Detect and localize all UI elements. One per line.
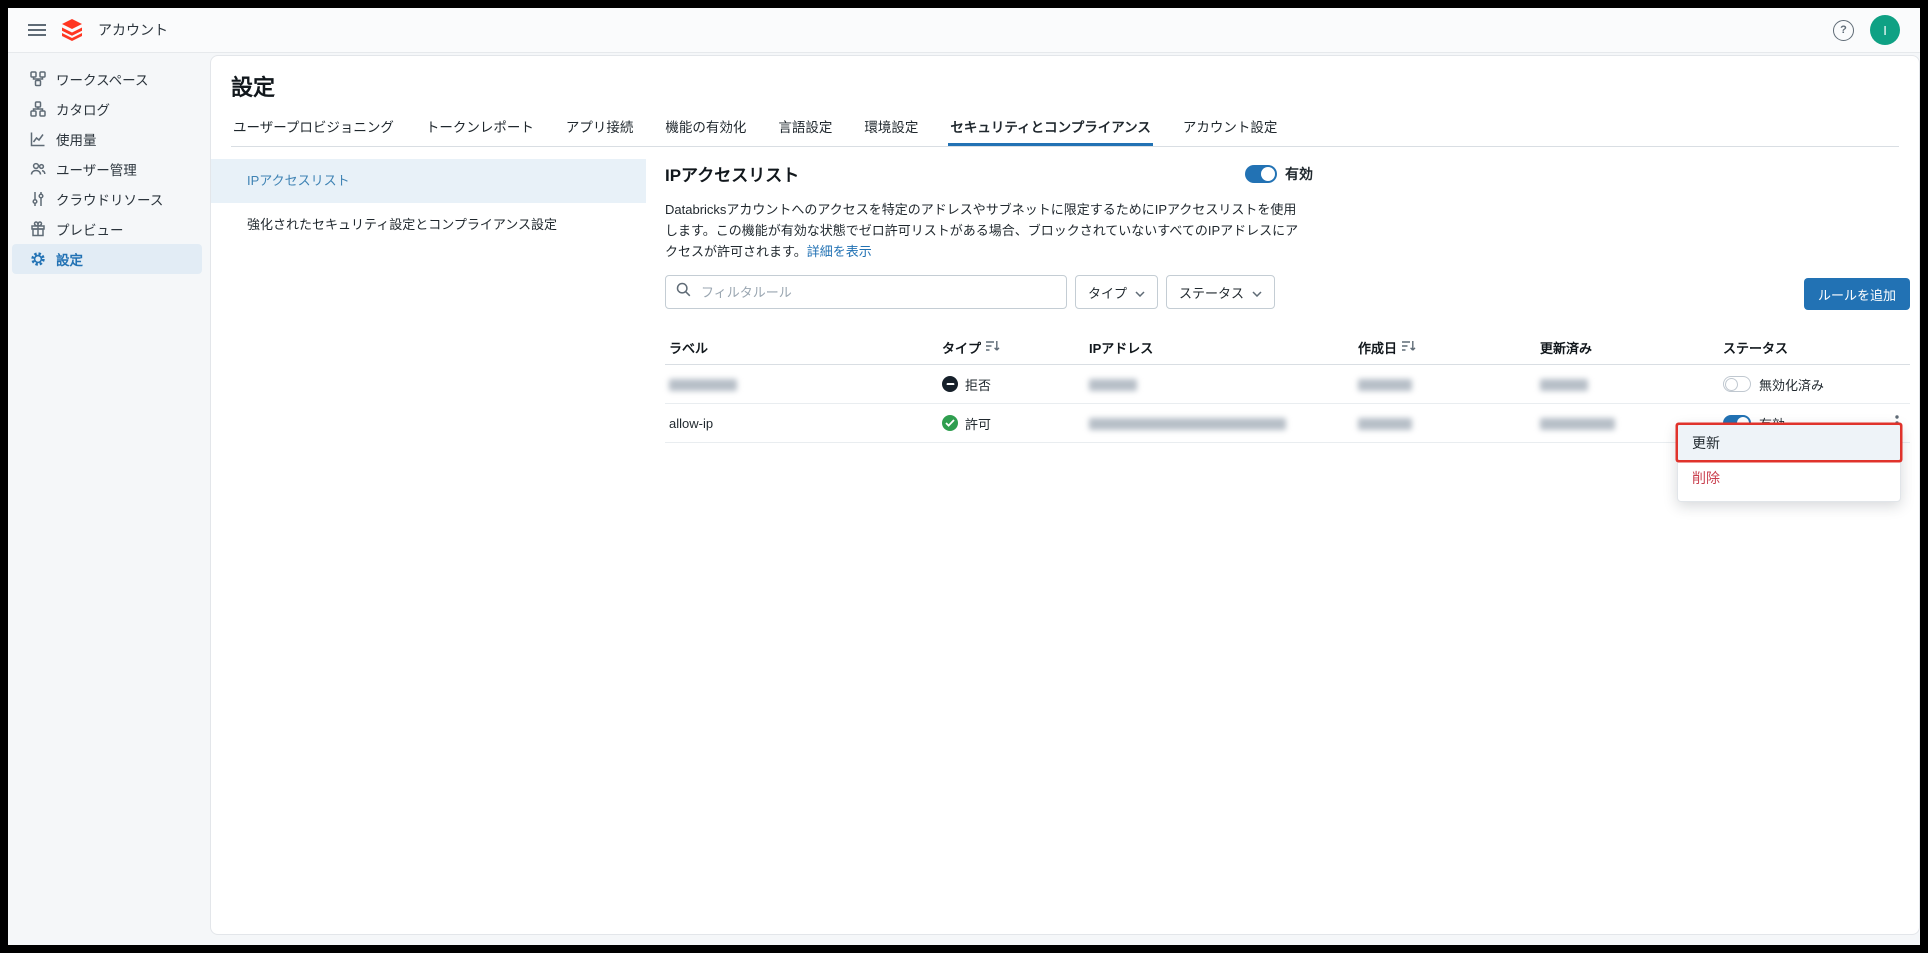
header-updated[interactable]: 更新済み bbox=[1540, 338, 1723, 357]
header-type[interactable]: タイプ bbox=[942, 338, 1089, 357]
help-icon[interactable]: ? bbox=[1833, 20, 1854, 41]
redacted-ip-cell: ███████ bbox=[1089, 379, 1137, 391]
header-created[interactable]: 作成日 bbox=[1358, 338, 1540, 357]
header-status[interactable]: ステータス bbox=[1723, 338, 1870, 357]
row-actions-menu: 更新 削除 bbox=[1677, 424, 1901, 502]
tab-language-settings[interactable]: 言語設定 bbox=[776, 116, 834, 146]
header-label[interactable]: ラベル bbox=[665, 338, 942, 357]
panel-description: Databricksアカウントへのアクセスを特定のアドレスやサブネットに限定する… bbox=[665, 199, 1305, 262]
menu-item-update[interactable]: 更新 bbox=[1678, 425, 1900, 460]
workspaces-icon bbox=[30, 71, 46, 87]
sort-icon bbox=[986, 340, 1000, 355]
rule-status-toggle[interactable] bbox=[1723, 376, 1751, 392]
sort-icon bbox=[1402, 340, 1416, 355]
hamburger-menu-icon[interactable] bbox=[28, 23, 46, 37]
filter-search-box[interactable] bbox=[665, 275, 1067, 309]
sidebar-item-user-management[interactable]: ユーザー管理 bbox=[12, 154, 202, 184]
status-filter-dropdown[interactable]: ステータス bbox=[1166, 275, 1275, 309]
screenshot-frame: アカウント ? I ワークスペース カタログ bbox=[0, 0, 1928, 953]
usage-chart-icon bbox=[30, 131, 46, 147]
app-window: アカウント ? I ワークスペース カタログ bbox=[8, 8, 1920, 945]
redacted-ip-cell: █████████████████████████████ bbox=[1089, 418, 1286, 430]
sidebar-item-catalog[interactable]: カタログ bbox=[12, 94, 202, 124]
gift-icon bbox=[30, 221, 46, 237]
tab-app-connections[interactable]: アプリ接続 bbox=[564, 116, 636, 146]
panel-title: IPアクセスリスト bbox=[665, 161, 799, 186]
sidebar-item-label: カタログ bbox=[56, 99, 110, 119]
gear-icon bbox=[30, 251, 46, 267]
sidebar-item-cloud-resources[interactable]: クラウドリソース bbox=[12, 184, 202, 214]
sidebar: ワークスペース カタログ 使用量 ユーザー管理 bbox=[8, 54, 210, 945]
chevron-down-icon bbox=[1252, 285, 1262, 300]
nav-item-ip-access-list[interactable]: IPアクセスリスト bbox=[211, 159, 646, 203]
settings-tabs: ユーザープロビジョニング トークンレポート アプリ接続 機能の有効化 言語設定 … bbox=[231, 116, 1899, 147]
ip-access-list-panel: IPアクセスリスト 有効 Databricksアカウントへのアクセスを特定のアド… bbox=[646, 147, 1920, 922]
enabled-toggle-label: 有効 bbox=[1285, 164, 1313, 184]
sidebar-item-label: 設定 bbox=[56, 249, 83, 269]
search-icon bbox=[676, 282, 691, 302]
sidebar-item-label: プレビュー bbox=[56, 219, 124, 239]
type-value: 拒否 bbox=[965, 375, 991, 394]
table-row-deny-rule: ██████████ 拒否 ███████ ████████ ███████ 無… bbox=[665, 365, 1910, 404]
redacted-created-cell: ████████ bbox=[1358, 418, 1412, 430]
add-rule-button[interactable]: ルールを追加 bbox=[1804, 278, 1910, 310]
status-label: 無効化済み bbox=[1759, 375, 1824, 394]
users-icon bbox=[30, 161, 46, 177]
settings-page-card: 設定 ユーザープロビジョニング トークンレポート アプリ接続 機能の有効化 言語… bbox=[210, 55, 1920, 935]
sidebar-item-previews[interactable]: プレビュー bbox=[12, 214, 202, 244]
redacted-updated-cell: ███████ bbox=[1540, 379, 1588, 391]
catalog-icon bbox=[30, 101, 46, 117]
table-header-row: ラベル タイプ IPアドレス 作成日 更新済み ステータス bbox=[665, 330, 1910, 365]
ip-access-list-enabled-toggle[interactable] bbox=[1245, 165, 1277, 183]
app-title: アカウント bbox=[98, 20, 168, 40]
deny-icon bbox=[942, 376, 958, 392]
filter-rules-input[interactable] bbox=[699, 284, 1056, 301]
sidebar-item-label: 使用量 bbox=[56, 129, 97, 149]
tab-security-and-compliance[interactable]: セキュリティとコンプライアンス bbox=[948, 116, 1152, 146]
sidebar-item-label: ワークスペース bbox=[56, 69, 148, 89]
cloud-resources-icon bbox=[30, 191, 46, 207]
tab-token-report[interactable]: トークンレポート bbox=[424, 116, 536, 146]
redacted-created-cell: ████████ bbox=[1358, 379, 1412, 391]
allow-icon bbox=[942, 415, 958, 431]
details-link[interactable]: 詳細を表示 bbox=[807, 244, 872, 259]
sidebar-item-settings[interactable]: 設定 bbox=[12, 244, 202, 274]
menu-item-delete[interactable]: 削除 bbox=[1678, 460, 1900, 495]
tab-account-settings[interactable]: アカウント設定 bbox=[1181, 116, 1280, 146]
rule-label: allow-ip bbox=[665, 416, 942, 431]
chevron-down-icon bbox=[1135, 285, 1145, 300]
topbar: アカウント ? I bbox=[8, 8, 1920, 53]
filter-row: タイプ ステータス ルールを追加 bbox=[665, 275, 1910, 310]
sidebar-item-workspaces[interactable]: ワークスペース bbox=[12, 64, 202, 94]
nav-item-enhanced-security[interactable]: 強化されたセキュリティ設定とコンプライアンス設定 bbox=[211, 203, 646, 247]
databricks-logo-icon bbox=[60, 18, 84, 42]
type-filter-dropdown[interactable]: タイプ bbox=[1075, 275, 1158, 309]
type-value: 許可 bbox=[965, 414, 991, 433]
sidebar-item-usage[interactable]: 使用量 bbox=[12, 124, 202, 154]
tab-environment-settings[interactable]: 環境設定 bbox=[862, 116, 920, 146]
sidebar-item-label: クラウドリソース bbox=[56, 189, 163, 209]
user-avatar[interactable]: I bbox=[1870, 15, 1900, 45]
header-ip[interactable]: IPアドレス bbox=[1089, 338, 1358, 357]
redacted-label-cell: ██████████ bbox=[669, 379, 737, 391]
security-settings-nav: IPアクセスリスト 強化されたセキュリティ設定とコンプライアンス設定 bbox=[211, 147, 646, 922]
redacted-updated-cell: ███████████ bbox=[1540, 418, 1615, 430]
page-title: 設定 bbox=[231, 70, 1899, 102]
tab-user-provisioning[interactable]: ユーザープロビジョニング bbox=[231, 116, 396, 146]
sidebar-item-label: ユーザー管理 bbox=[56, 159, 137, 179]
tab-feature-enablement[interactable]: 機能の有効化 bbox=[663, 116, 748, 146]
